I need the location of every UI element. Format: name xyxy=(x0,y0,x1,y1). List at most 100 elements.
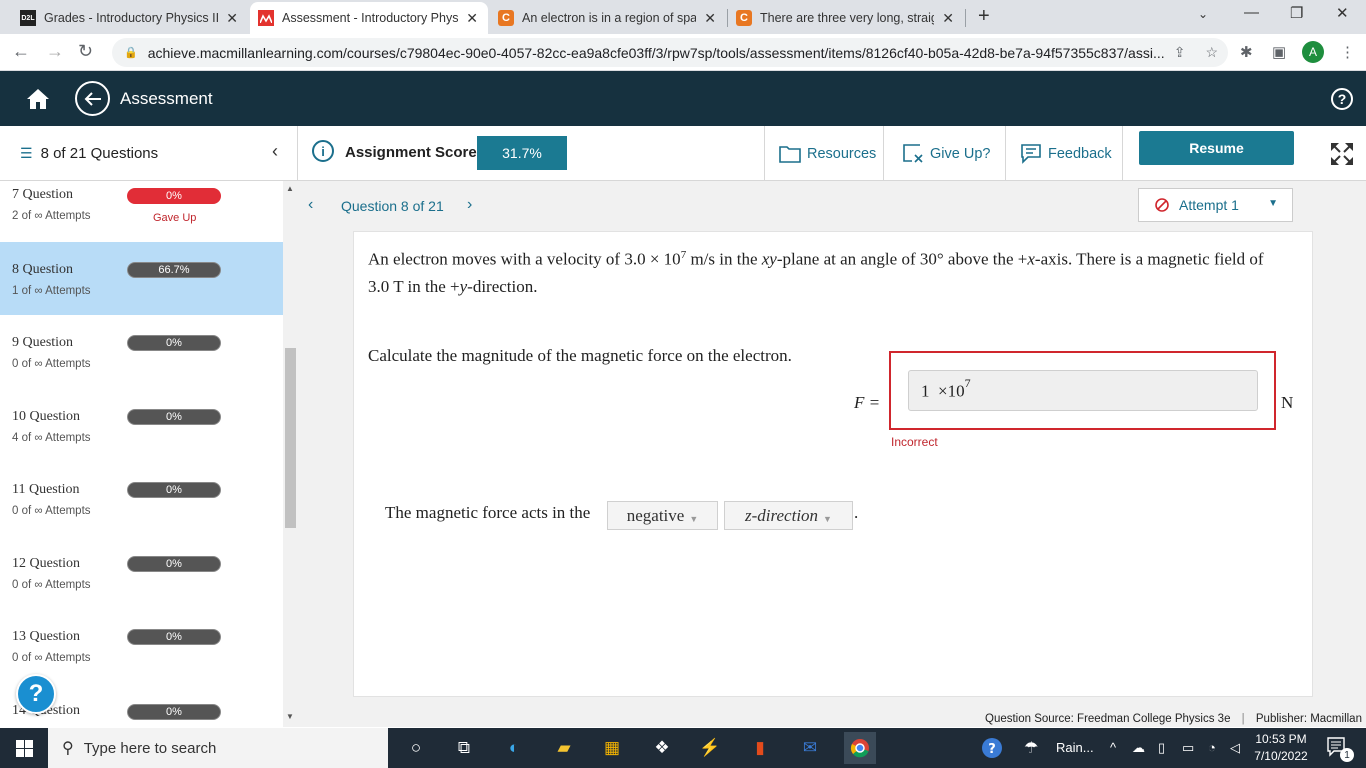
reload-icon[interactable]: ↻ xyxy=(78,41,93,62)
score-pill: 0% xyxy=(127,629,221,645)
battery-icon[interactable]: ▯ xyxy=(1158,740,1165,756)
volume-mute-icon[interactable]: ◁ xyxy=(1230,740,1240,756)
network-icon[interactable]: ▭ xyxy=(1182,740,1194,756)
app-icon[interactable]: ⚡ xyxy=(698,736,722,760)
office-icon[interactable]: ▮ xyxy=(748,736,772,760)
file-explorer-icon[interactable]: ▰ xyxy=(552,736,576,760)
home-button[interactable] xyxy=(20,84,56,114)
question-attempts: 4 of ∞ Attempts xyxy=(12,432,91,444)
cortana-icon[interactable]: ○ xyxy=(404,736,428,760)
question-count: 8 of 21 Questions xyxy=(40,145,159,162)
problem-text: m/s in the xyxy=(686,249,762,269)
question-item-13[interactable]: 13 Question 0 of ∞ Attempts 0% xyxy=(0,609,283,682)
answer-input[interactable]: 1 ×107 xyxy=(908,370,1258,411)
cloud-icon[interactable]: ☁ xyxy=(1132,740,1145,756)
browser-tab[interactable]: C An electron is in a region of spac ✕ xyxy=(490,2,726,34)
status-label: Gave Up xyxy=(153,212,197,224)
new-tab-icon[interactable]: + xyxy=(978,5,990,28)
divider xyxy=(1122,126,1123,181)
source-text: Question Source: Freedman College Physic… xyxy=(985,713,1231,725)
help-button[interactable]: ? xyxy=(16,674,56,714)
forward-icon[interactable]: → xyxy=(46,41,64,62)
feedback-button[interactable]: Feedback xyxy=(1005,126,1122,181)
question-label: 8 Question xyxy=(12,262,74,277)
chrome-icon[interactable] xyxy=(844,732,876,764)
wifi-icon[interactable]: ◔ xyxy=(1208,740,1216,755)
problem-statement: An electron moves with a velocity of 3.0… xyxy=(368,242,1288,300)
scroll-down-icon[interactable]: ▼ xyxy=(286,712,294,721)
question-item-9[interactable]: 9 Question 0 of ∞ Attempts 0% xyxy=(0,315,283,388)
close-icon[interactable]: ✕ xyxy=(942,10,954,27)
close-icon[interactable]: ✕ xyxy=(704,10,716,27)
collapse-sidebar-icon[interactable]: ‹ xyxy=(272,141,278,162)
close-icon[interactable]: ✕ xyxy=(226,10,238,27)
feedback-icon xyxy=(1020,143,1042,164)
resume-button[interactable]: Resume xyxy=(1139,131,1294,165)
tray-expand-icon[interactable]: ^ xyxy=(1110,740,1116,755)
page-title: Assessment xyxy=(120,89,213,108)
publisher-text: Publisher: Macmillan xyxy=(1255,713,1362,725)
windows-taskbar: ⚲ Type here to search ○ ⧉ ◐ ▰ ▦ ❖ ⚡ ▮ ✉ … xyxy=(0,728,1366,768)
close-icon[interactable]: ✕ xyxy=(466,10,478,27)
give-up-button[interactable]: Give Up? xyxy=(883,126,1005,181)
task-view-icon[interactable]: ⧉ xyxy=(452,736,476,760)
browser-tab[interactable]: D2L Grades - Introductory Physics II S ✕ xyxy=(12,2,248,34)
search-icon: ⚲ xyxy=(62,740,74,757)
search-placeholder: Type here to search xyxy=(83,739,217,757)
question-attempts: 0 of ∞ Attempts xyxy=(12,505,91,517)
attempt-dropdown[interactable]: Attempt 1 ▼ xyxy=(1138,188,1293,222)
previous-question-icon[interactable]: ‹ xyxy=(308,196,313,214)
browser-tab-active[interactable]: Assessment - Introductory Physic ✕ xyxy=(250,2,488,34)
back-button[interactable] xyxy=(75,81,110,116)
next-question-icon[interactable]: › xyxy=(467,196,472,214)
minimize-icon[interactable]: — xyxy=(1244,4,1259,21)
question-label: 7 Question xyxy=(12,187,74,202)
weather-label[interactable]: Rain... xyxy=(1056,740,1094,755)
help-icon[interactable]: ? xyxy=(1331,88,1353,110)
tab-separator xyxy=(965,9,966,27)
caret-down-icon: ▼ xyxy=(689,513,699,524)
no-entry-icon xyxy=(1155,198,1169,212)
windows-start-icon[interactable] xyxy=(16,740,33,762)
sidebar-scrollbar-thumb[interactable] xyxy=(285,348,296,528)
question-item-11[interactable]: 11 Question 0 of ∞ Attempts 0% xyxy=(0,462,283,535)
problem-text: -plane at an angle of 30° above the + xyxy=(776,249,1028,269)
url-field[interactable]: 🔒 achieve.macmillanlearning.com/courses/… xyxy=(112,38,1228,67)
dropbox-icon[interactable]: ❖ xyxy=(650,736,674,760)
scroll-up-icon[interactable]: ▲ xyxy=(286,184,294,193)
direction-axis-select[interactable]: z-direction ▼ xyxy=(724,501,853,530)
mail-icon[interactable]: ✉ xyxy=(798,736,822,760)
question-list-toggle[interactable]: ☰ 8 of 21 Questions xyxy=(20,145,158,162)
window-close-icon[interactable]: ✕ xyxy=(1336,4,1349,22)
url-text: achieve.macmillanlearning.com/courses/c7… xyxy=(147,44,1164,61)
question-item-10[interactable]: 10 Question 4 of ∞ Attempts 0% xyxy=(0,389,283,462)
taskbar-search[interactable]: ⚲ Type here to search xyxy=(48,728,388,768)
question-item-12[interactable]: 12 Question 0 of ∞ Attempts 0% xyxy=(0,536,283,609)
info-icon[interactable]: i xyxy=(312,140,334,162)
fullscreen-icon[interactable] xyxy=(1330,142,1354,171)
store-icon[interactable]: ▦ xyxy=(600,736,624,760)
direction-sign-select[interactable]: negative ▼ xyxy=(607,501,718,530)
edge-icon[interactable]: ◐ xyxy=(502,736,526,760)
tab-search-icon[interactable]: ⌄ xyxy=(1198,7,1208,21)
profile-avatar[interactable]: A xyxy=(1302,41,1324,63)
share-icon[interactable]: ⇪ xyxy=(1174,44,1186,61)
score-label: Assignment Score: xyxy=(345,144,482,161)
extensions-icon[interactable]: ✱ xyxy=(1240,43,1253,61)
menu-icon[interactable]: ⋮ xyxy=(1340,43,1355,61)
notification-badge: 1 xyxy=(1340,748,1354,762)
app-header: Assessment ? xyxy=(0,71,1366,126)
attempt-label: Attempt 1 xyxy=(1179,197,1239,213)
back-icon[interactable]: ← xyxy=(12,41,30,62)
browser-tab[interactable]: C There are three very long, straigh ✕ xyxy=(728,2,964,34)
side-panel-icon[interactable]: ▣ xyxy=(1272,43,1286,61)
bookmark-star-icon[interactable]: ☆ xyxy=(1205,44,1218,61)
question-item-8[interactable]: 8 Question 1 of ∞ Attempts 66.7% xyxy=(0,242,283,315)
tab-title: An electron is in a region of spac xyxy=(522,11,697,25)
chegg-icon: C xyxy=(498,10,514,26)
resources-button[interactable]: Resources xyxy=(764,126,883,181)
help-tray-icon[interactable]: ? xyxy=(980,736,1004,760)
browser-tab-bar: D2L Grades - Introductory Physics II S ✕… xyxy=(0,0,1366,34)
clock[interactable]: 10:53 PM 7/10/2022 xyxy=(1250,731,1312,765)
restore-icon[interactable]: ❐ xyxy=(1290,4,1303,22)
